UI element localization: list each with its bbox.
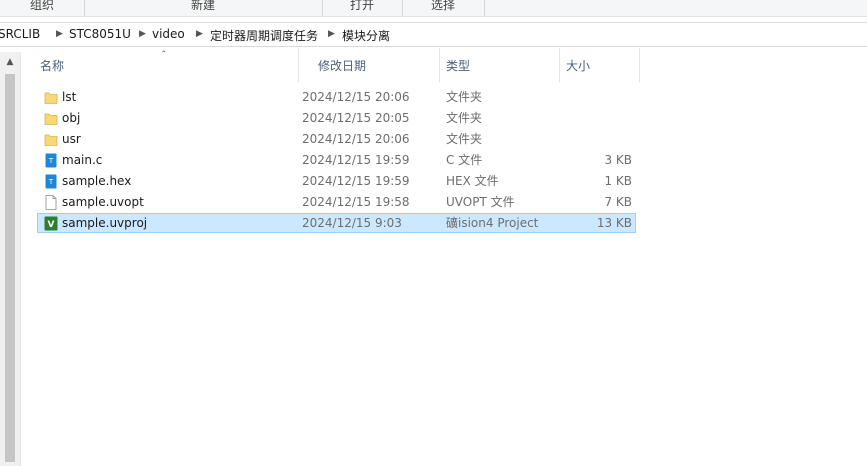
text-file-icon: T (45, 153, 57, 168)
file-type: 礦ision4 Project (446, 216, 539, 230)
column-header-row: 名称 ⌃ 修改日期 类型 大小 (21, 48, 867, 84)
breadcrumb-chevron-icon[interactable]: ▶ (328, 27, 335, 41)
file-type: UVOPT 文件 (446, 195, 515, 209)
ribbon-group-labels: 组织 新建 打开 选择 (0, 0, 867, 17)
breadcrumb-item-module-split[interactable]: 模块分离 (342, 27, 390, 44)
file-name: sample.uvproj (62, 216, 148, 230)
file-name: sample.uvopt (62, 195, 144, 209)
breadcrumb-chevron-icon[interactable]: ▶ (139, 27, 146, 41)
breadcrumb-chevron-icon[interactable]: ▶ (56, 27, 63, 41)
ribbon-group-open: 打开 (322, 0, 403, 16)
list-item[interactable]: usr 2024/12/15 20:06 文件夹 (37, 129, 636, 149)
file-size: 3 KB (604, 153, 632, 167)
breadcrumb-item-video[interactable]: video (152, 27, 185, 41)
file-type: C 文件 (446, 153, 483, 167)
file-size: 7 KB (604, 195, 632, 209)
column-header-date[interactable]: 修改日期 (299, 48, 440, 82)
list-item[interactable]: obj 2024/12/15 20:05 文件夹 (37, 108, 636, 128)
file-type: 文件夹 (446, 132, 483, 146)
scrollbar-thumb[interactable] (5, 74, 15, 462)
file-type: HEX 文件 (446, 174, 499, 188)
file-name: main.c (62, 153, 103, 167)
folder-icon (44, 92, 58, 104)
uvision-project-icon: V (44, 216, 58, 231)
file-date: 2024/12/15 20:06 (302, 132, 410, 146)
file-name: lst (62, 90, 77, 104)
column-header-size[interactable]: 大小 (560, 48, 640, 82)
list-item[interactable]: T main.c 2024/12/15 19:59 C 文件 3 KB (37, 150, 636, 170)
file-type: 文件夹 (446, 90, 483, 104)
file-name: sample.hex (62, 174, 132, 188)
breadcrumb-item-stc8051u[interactable]: STC8051U (69, 27, 131, 41)
file-date: 2024/12/15 19:59 (302, 174, 410, 188)
ribbon-group-organize: 组织 (0, 0, 85, 16)
file-name: obj (62, 111, 81, 125)
list-item-selected[interactable]: V sample.uvproj 2024/12/15 9:03 礦ision4 … (37, 213, 636, 233)
svg-text:T: T (48, 157, 54, 165)
file-size: 13 KB (596, 216, 632, 230)
list-item[interactable]: T sample.hex 2024/12/15 19:59 HEX 文件 1 K… (37, 171, 636, 191)
navigation-pane-scrollbar[interactable]: ▲ (0, 52, 21, 466)
folder-icon (44, 134, 58, 146)
sort-ascending-icon: ⌃ (160, 50, 168, 60)
scroll-up-arrow-icon[interactable]: ▲ (4, 56, 16, 68)
list-item[interactable]: sample.uvopt 2024/12/15 19:58 UVOPT 文件 7… (37, 192, 636, 212)
ribbon-group-new: 新建 (84, 0, 323, 16)
file-date: 2024/12/15 19:59 (302, 153, 410, 167)
file-date: 2024/12/15 9:03 (302, 216, 402, 230)
file-size: 1 KB (604, 174, 632, 188)
svg-text:V: V (48, 220, 55, 230)
ribbon-group-select: 选择 (402, 0, 485, 16)
breadcrumb-item-timer-task[interactable]: 定时器周期调度任务 (210, 27, 318, 44)
blank-file-icon (45, 195, 57, 210)
breadcrumb[interactable]: SRCLIB ▶ STC8051U ▶ video ▶ 定时器周期调度任务 ▶ … (0, 22, 867, 47)
svg-text:T: T (48, 178, 54, 186)
file-name: usr (62, 132, 81, 146)
text-file-icon: T (45, 174, 57, 189)
file-date: 2024/12/15 20:05 (302, 111, 410, 125)
file-list: 名称 ⌃ 修改日期 类型 大小 lst 2024/12/15 20:06 文件夹… (21, 48, 867, 466)
breadcrumb-item-srclib[interactable]: SRCLIB (0, 27, 40, 41)
folder-icon (44, 113, 58, 125)
list-item[interactable]: lst 2024/12/15 20:06 文件夹 (37, 87, 636, 107)
breadcrumb-chevron-icon[interactable]: ▶ (196, 27, 203, 41)
file-date: 2024/12/15 19:58 (302, 195, 410, 209)
column-header-type[interactable]: 类型 (440, 48, 560, 82)
file-type: 文件夹 (446, 111, 483, 125)
file-date: 2024/12/15 20:06 (302, 90, 410, 104)
